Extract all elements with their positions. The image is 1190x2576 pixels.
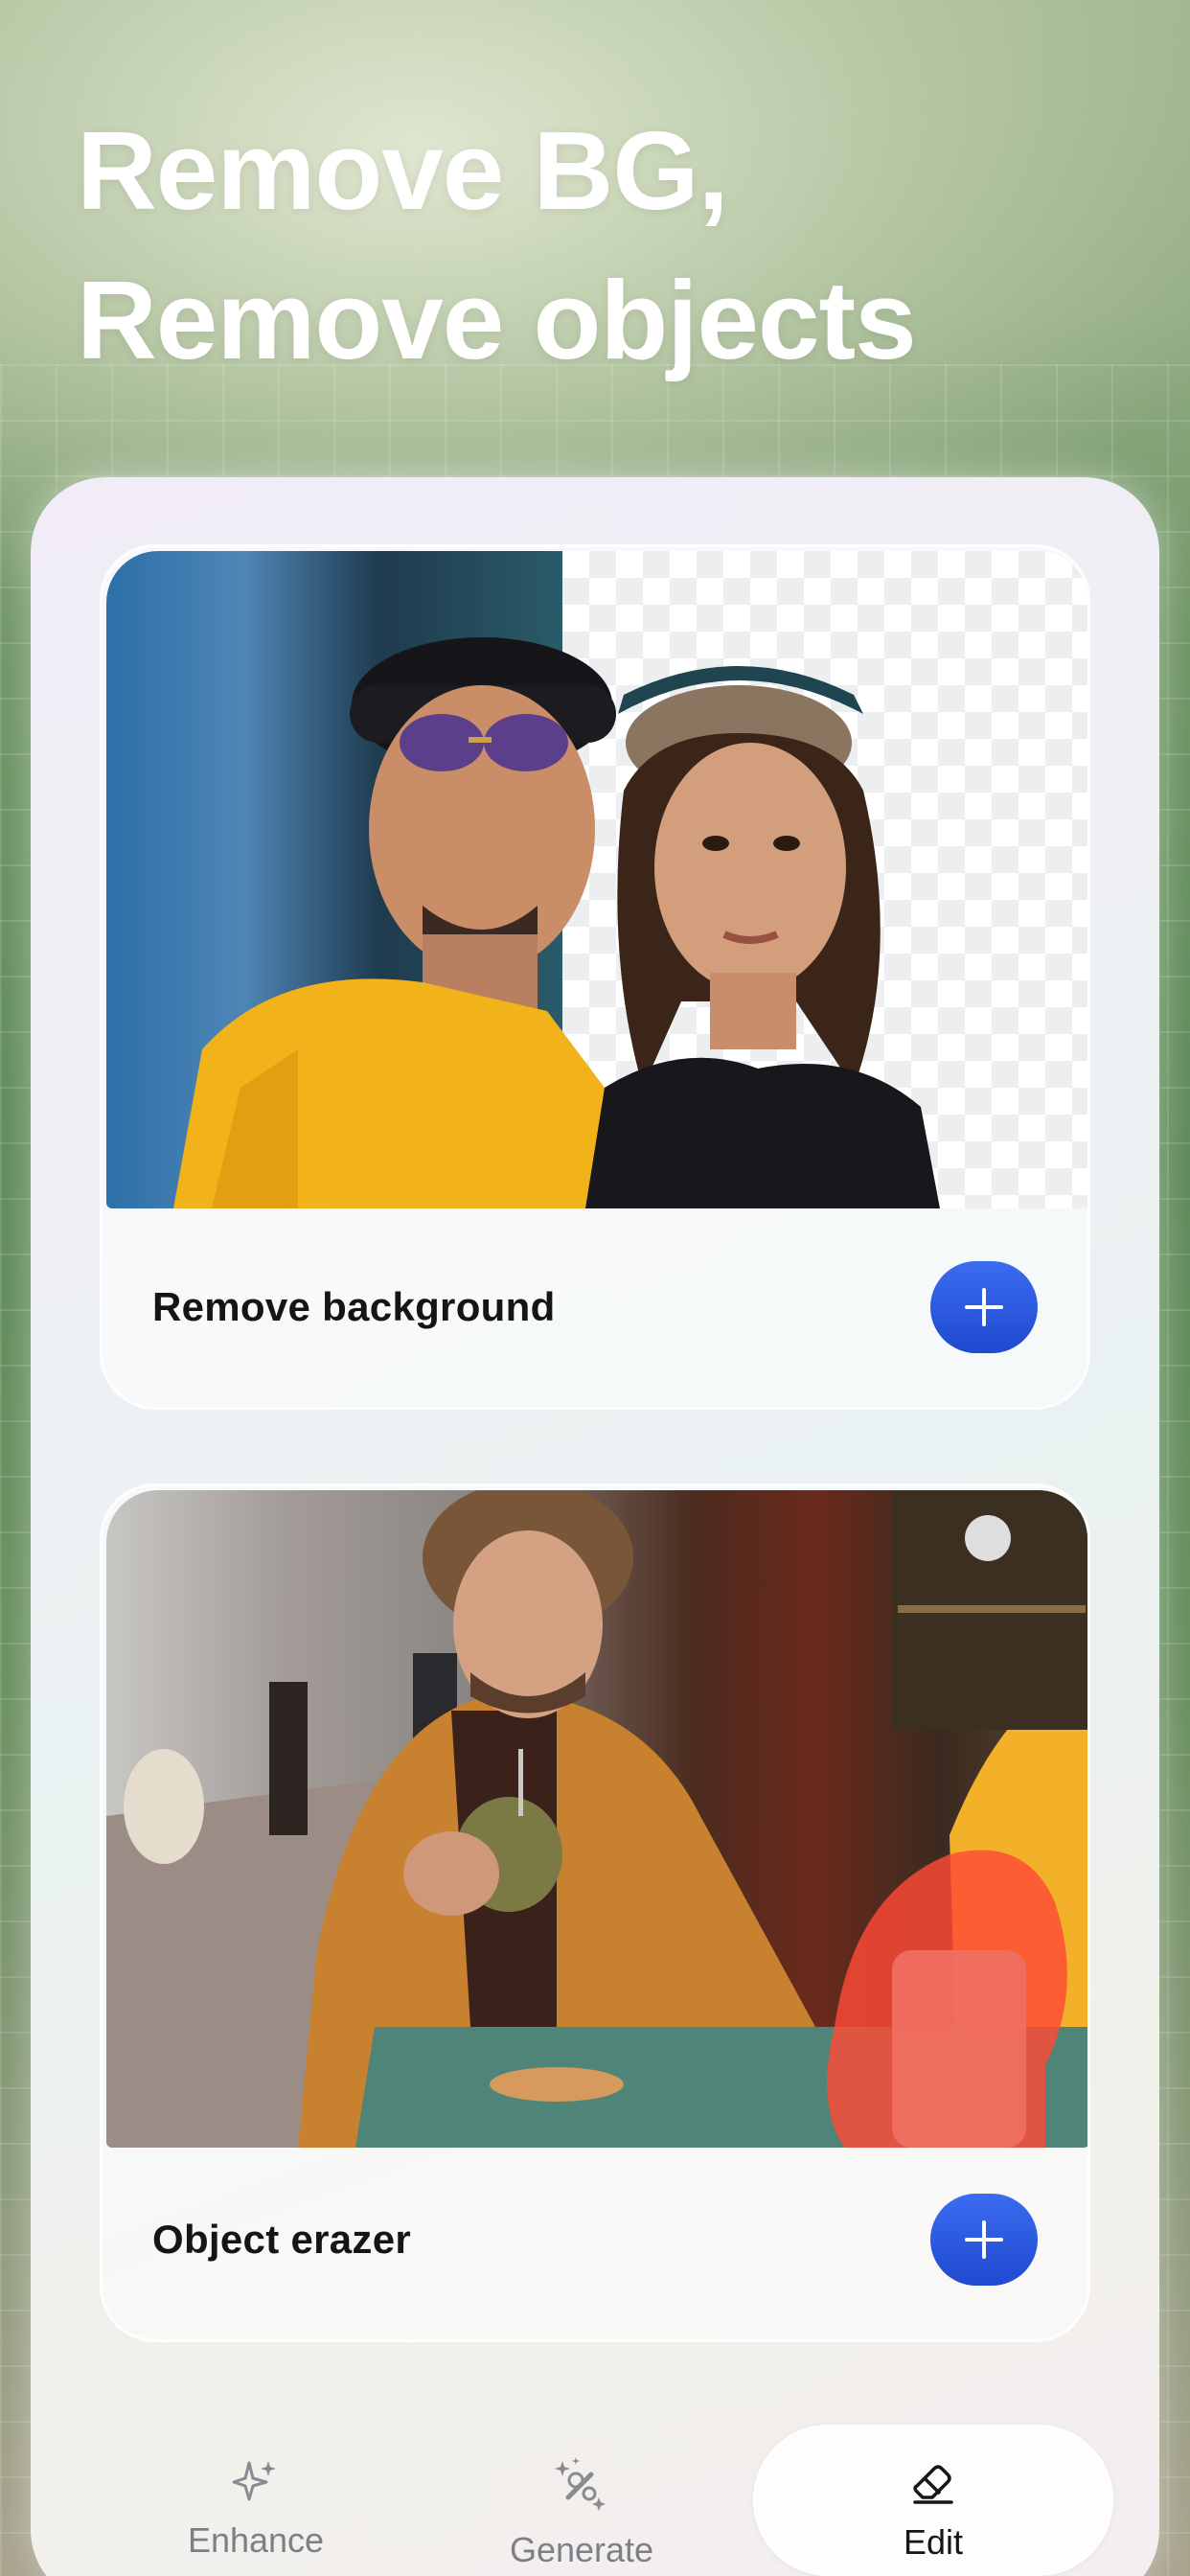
nav-label-enhance: Enhance bbox=[187, 2520, 325, 2560]
nav-label-edit: Edit bbox=[903, 2522, 964, 2562]
remove-background-preview-image bbox=[106, 551, 1087, 1208]
page-title: Remove BG, Remove objects bbox=[77, 96, 1131, 395]
sparkle-icon bbox=[232, 2461, 276, 2501]
nav-label-generate: Generate bbox=[509, 2530, 654, 2569]
couple-photo-illustration bbox=[173, 637, 940, 1208]
remove-background-card-footer: Remove background bbox=[103, 1208, 1087, 1407]
remove-background-card[interactable]: Remove background bbox=[100, 544, 1090, 1410]
object-erazer-title: Object erazer bbox=[152, 2217, 412, 2262]
plus-icon bbox=[965, 2220, 1003, 2259]
nav-item-enhance[interactable]: Enhance bbox=[126, 2425, 385, 2576]
eraser-icon bbox=[913, 2465, 953, 2504]
page-title-line-2: Remove objects bbox=[77, 258, 917, 382]
object-erazer-add-button[interactable] bbox=[930, 2194, 1038, 2286]
remove-background-title: Remove background bbox=[152, 1284, 556, 1329]
remove-background-add-button[interactable] bbox=[930, 1261, 1038, 1353]
object-erazer-card-footer: Object erazer bbox=[103, 2140, 1087, 2339]
bottom-navigation: Enhance Generate Edit bbox=[126, 2425, 1113, 2576]
nav-item-generate[interactable]: Generate bbox=[452, 2425, 711, 2576]
page-title-line-1: Remove BG, bbox=[77, 108, 729, 233]
object-erazer-card[interactable]: Object erazer bbox=[100, 1484, 1090, 2342]
wand-sparkle-icon bbox=[555, 2457, 606, 2511]
plus-icon bbox=[965, 1288, 1003, 1326]
cafe-photo-illustration bbox=[106, 1490, 1087, 2148]
object-erazer-preview-image bbox=[106, 1490, 1087, 2148]
nav-item-edit[interactable]: Edit bbox=[753, 2425, 1113, 2576]
